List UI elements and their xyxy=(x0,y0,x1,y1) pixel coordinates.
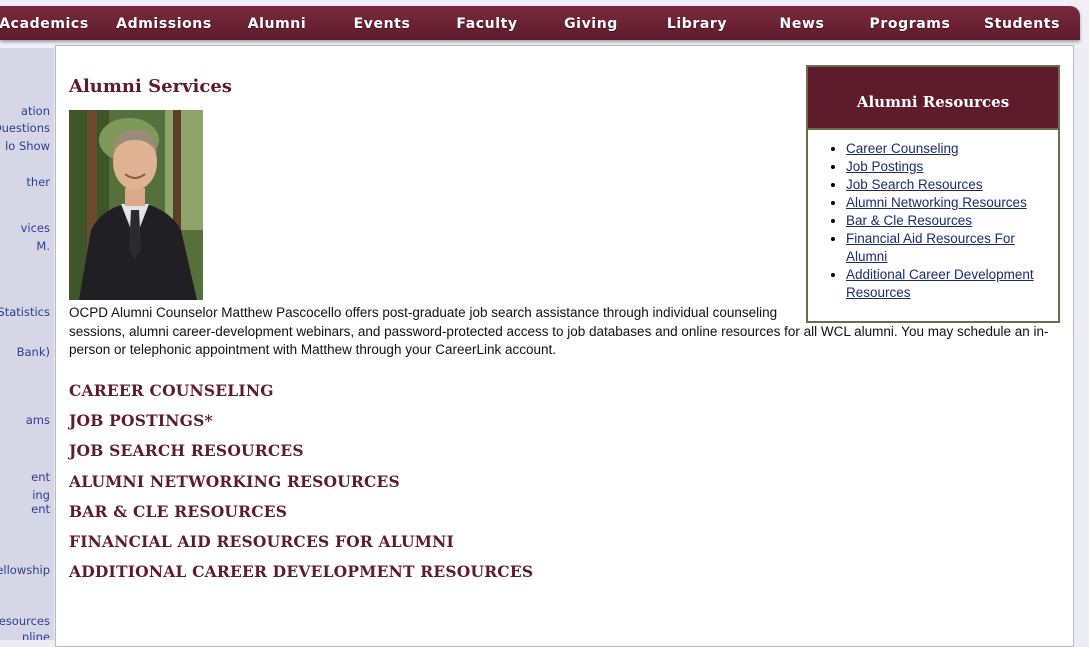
page-title: Alumni Services xyxy=(69,76,232,97)
heading-bar-cle: BAR & CLE RESOURCES xyxy=(69,502,288,521)
alumni-resources-title: Alumni Resources xyxy=(808,67,1058,130)
nav-alumni[interactable]: Alumni xyxy=(248,6,307,40)
list-item: Job Postings xyxy=(846,158,1058,176)
nav-faculty[interactable]: Faculty xyxy=(456,6,517,40)
sidebar-link[interactable]: ellowship xyxy=(0,563,50,577)
sidebar-link[interactable]: ent xyxy=(31,502,50,516)
list-item: Bar & Cle Resources xyxy=(846,212,1058,230)
top-navigation-bar: Academics Admissions Alumni Events Facul… xyxy=(0,6,1080,40)
heading-career-counseling: CAREER COUNSELING xyxy=(69,381,274,400)
alumni-resources-list: Career Counseling Job Postings Job Searc… xyxy=(808,140,1058,302)
intro-text-rest: sessions, alumni career-development webi… xyxy=(69,323,1049,358)
nav-events[interactable]: Events xyxy=(354,6,411,40)
sidebar-link[interactable]: Resources xyxy=(0,614,50,628)
heading-job-search-resources: JOB SEARCH RESOURCES xyxy=(69,441,304,460)
nav-news[interactable]: News xyxy=(780,6,825,40)
nav-students[interactable]: Students xyxy=(984,6,1060,40)
heading-job-postings: JOB POSTINGS* xyxy=(69,411,213,430)
sidebar-link[interactable]: ther xyxy=(26,175,50,189)
link-alumni-networking[interactable]: Alumni Networking Resources xyxy=(846,195,1027,210)
nav-admissions[interactable]: Admissions xyxy=(116,6,212,40)
list-item: Financial Aid Resources For Alumni xyxy=(846,230,1058,266)
list-item: Alumni Networking Resources xyxy=(846,194,1058,212)
sidebar-link[interactable]: M. xyxy=(36,239,50,253)
list-item: Career Counseling xyxy=(846,140,1058,158)
right-gutter xyxy=(1075,48,1089,640)
sidebar-link[interactable]: ation xyxy=(21,104,50,118)
nav-giving[interactable]: Giving xyxy=(564,6,618,40)
top-navigation: Academics Admissions Alumni Events Facul… xyxy=(0,0,1089,48)
link-bar-cle[interactable]: Bar & Cle Resources xyxy=(846,213,972,228)
nav-academics[interactable]: Academics xyxy=(0,6,89,40)
nav-programs[interactable]: Programs xyxy=(870,6,951,40)
link-additional-career[interactable]: Additional Career Development Resources xyxy=(846,267,1034,300)
counselor-photo xyxy=(69,110,203,300)
main-content: Alumni Services OCPD Alumni Counselor Ma… xyxy=(55,45,1074,647)
list-item: Job Search Resources xyxy=(846,176,1058,194)
sidebar-link[interactable]: lo Show xyxy=(5,139,50,153)
link-job-search-resources[interactable]: Job Search Resources xyxy=(846,177,983,192)
heading-additional-career: ADDITIONAL CAREER DEVELOPMENT RESOURCES xyxy=(69,562,534,581)
sidebar-link[interactable]: ent xyxy=(31,470,50,484)
sidebar-link[interactable]: ing xyxy=(32,488,50,502)
sidebar-link[interactable]: t Statistics xyxy=(0,305,50,319)
nav-library[interactable]: Library xyxy=(667,6,727,40)
link-job-postings[interactable]: Job Postings xyxy=(846,159,923,174)
left-sidebar: ation Questions lo Show ther vices M. t … xyxy=(0,48,54,640)
intro-text-line1: OCPD Alumni Counselor Matthew Pascocello… xyxy=(69,305,778,320)
heading-financial-aid: FINANCIAL AID RESOURCES FOR ALUMNI xyxy=(69,532,454,551)
list-item: Additional Career Development Resources xyxy=(846,266,1058,302)
heading-alumni-networking: ALUMNI NETWORKING RESOURCES xyxy=(69,472,400,491)
sidebar-link[interactable]: ams xyxy=(26,413,50,427)
link-financial-aid[interactable]: Financial Aid Resources For Alumni xyxy=(846,231,1015,264)
alumni-resources-box: Alumni Resources Career Counseling Job P… xyxy=(806,65,1060,323)
link-career-counseling[interactable]: Career Counseling xyxy=(846,141,959,156)
sidebar-link[interactable]: vices xyxy=(21,221,50,235)
person-portrait-icon xyxy=(69,110,203,300)
sidebar-link[interactable]: Bank) xyxy=(17,345,50,359)
sidebar-link[interactable]: Questions xyxy=(0,121,50,135)
sidebar-link[interactable]: nline xyxy=(22,630,50,640)
